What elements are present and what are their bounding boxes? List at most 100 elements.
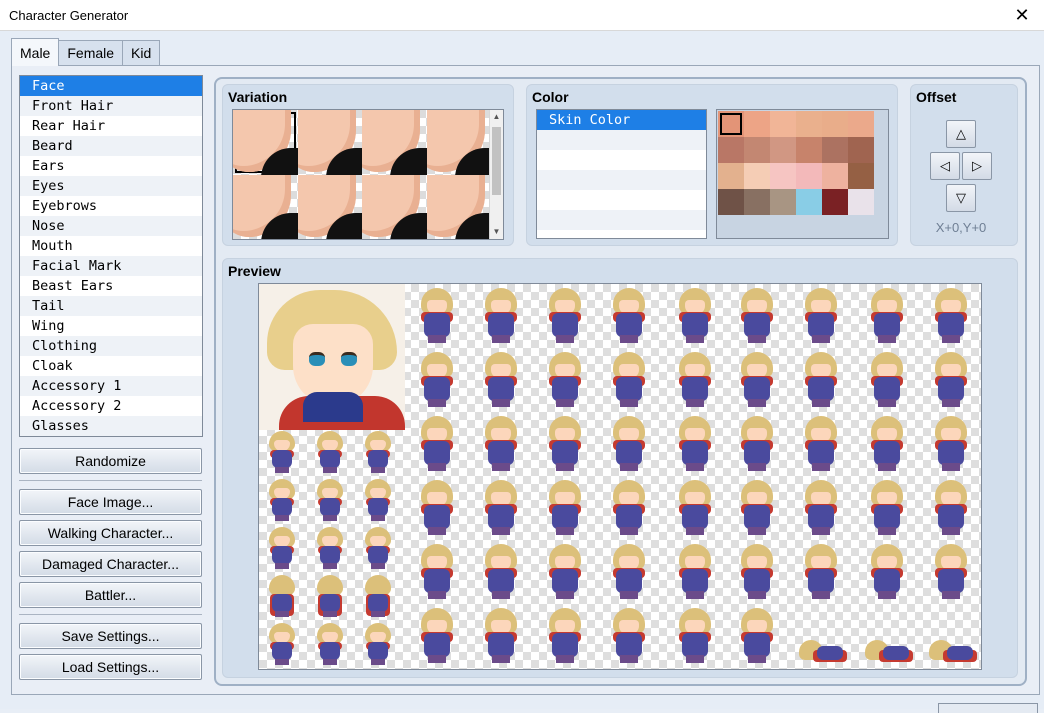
character-sprite (313, 478, 347, 524)
variation-thumbnail[interactable] (362, 110, 427, 175)
color-swatch[interactable] (796, 163, 822, 189)
color-item-empty[interactable] (537, 190, 706, 210)
part-item-wing[interactable]: Wing (20, 316, 202, 336)
color-swatch[interactable] (770, 111, 796, 137)
color-swatch[interactable] (718, 189, 744, 215)
character-sprite (313, 622, 347, 668)
part-item-accessory-1[interactable]: Accessory 1 (20, 376, 202, 396)
color-swatch[interactable] (848, 163, 874, 189)
tab-male[interactable]: Male (11, 38, 60, 66)
face-image-button[interactable]: Face Image... (19, 489, 202, 515)
sprite-legs (686, 655, 704, 663)
offset-right-button[interactable]: ▷ (962, 152, 992, 180)
color-swatch[interactable] (718, 137, 744, 163)
color-swatch[interactable] (848, 137, 874, 163)
part-item-front-hair[interactable]: Front Hair (20, 96, 202, 116)
color-item-empty[interactable] (537, 170, 706, 190)
part-item-eyebrows[interactable]: Eyebrows (20, 196, 202, 216)
part-item-mouth[interactable]: Mouth (20, 236, 202, 256)
sprite-body (424, 505, 450, 529)
walking-character-button[interactable]: Walking Character... (19, 520, 202, 546)
color-swatch[interactable] (848, 189, 874, 215)
variation-thumbnail[interactable] (297, 110, 362, 175)
character-sprite (265, 526, 299, 572)
part-item-beard[interactable]: Beard (20, 136, 202, 156)
variation-thumbnail[interactable] (362, 174, 427, 239)
color-swatch[interactable] (796, 111, 822, 137)
part-item-facial-mark[interactable]: Facial Mark (20, 256, 202, 276)
variation-thumbnail[interactable] (233, 110, 298, 175)
sprite-body (616, 633, 642, 657)
color-swatch[interactable] (718, 111, 744, 137)
sprite-legs (275, 563, 289, 569)
color-target-list[interactable]: Skin Color (536, 109, 707, 239)
randomize-button[interactable]: Randomize (19, 448, 202, 474)
scroll-thumb[interactable] (492, 127, 501, 195)
color-swatch[interactable] (822, 111, 848, 137)
variation-thumbnails (233, 110, 491, 239)
variation-thumbnail[interactable] (426, 110, 491, 175)
tab-kid[interactable]: Kid (122, 40, 161, 66)
part-item-rear-hair[interactable]: Rear Hair (20, 116, 202, 136)
color-swatch[interactable] (770, 189, 796, 215)
variation-thumbnail[interactable] (426, 174, 491, 239)
color-swatch[interactable] (770, 163, 796, 189)
sprite-body (272, 450, 292, 468)
offset-up-button[interactable]: △ (946, 120, 976, 148)
color-swatch[interactable] (744, 111, 770, 137)
partial-button[interactable] (938, 703, 1038, 713)
offset-down-button[interactable]: ▽ (946, 184, 976, 212)
color-swatch[interactable] (770, 137, 796, 163)
variation-list[interactable]: ▲ ▼ (232, 109, 504, 240)
damaged-character-button[interactable]: Damaged Character... (19, 551, 202, 577)
part-item-clothing[interactable]: Clothing (20, 336, 202, 356)
color-swatch[interactable] (822, 163, 848, 189)
color-swatch[interactable] (796, 137, 822, 163)
part-item-accessory-2[interactable]: Accessory 2 (20, 396, 202, 416)
part-item-glasses[interactable]: Glasses (20, 416, 202, 436)
character-generator-window: Character Generator ✕ Male Female Kid Fa… (0, 0, 1044, 713)
sprite-body (808, 441, 834, 465)
scroll-down-icon[interactable]: ▼ (490, 225, 503, 239)
part-item-eyes[interactable]: Eyes (20, 176, 202, 196)
color-item-empty[interactable] (537, 130, 706, 150)
color-swatch[interactable] (744, 189, 770, 215)
sprite-legs (556, 335, 574, 343)
variation-thumbnail[interactable] (297, 174, 362, 239)
color-swatch[interactable] (848, 111, 874, 137)
color-item-empty[interactable] (537, 210, 706, 230)
part-item-beast-ears[interactable]: Beast Ears (20, 276, 202, 296)
load-settings-button[interactable]: Load Settings... (19, 654, 202, 680)
part-item-nose[interactable]: Nose (20, 216, 202, 236)
battler-button[interactable]: Battler... (19, 582, 202, 608)
variation-scrollbar[interactable]: ▲ ▼ (489, 110, 503, 239)
character-sprite (543, 478, 587, 538)
parts-list[interactable]: Face Front Hair Rear Hair Beard Ears Eye… (19, 75, 203, 437)
color-swatch[interactable] (744, 163, 770, 189)
part-item-ears[interactable]: Ears (20, 156, 202, 176)
color-swatch[interactable] (718, 163, 744, 189)
color-swatch[interactable] (744, 137, 770, 163)
tab-female[interactable]: Female (58, 40, 124, 66)
sprite-legs (878, 399, 896, 407)
character-sprite (479, 606, 523, 666)
close-button[interactable]: ✕ (1000, 0, 1044, 31)
character-sprite (607, 350, 651, 410)
color-swatch[interactable] (822, 189, 848, 215)
scroll-up-icon[interactable]: ▲ (490, 110, 503, 124)
variation-thumbnail[interactable] (233, 174, 298, 239)
save-settings-button[interactable]: Save Settings... (19, 623, 202, 649)
color-swatch[interactable] (796, 189, 822, 215)
color-item-skin-color[interactable]: Skin Color (537, 110, 706, 130)
color-swatch[interactable] (822, 137, 848, 163)
sprite-body (368, 594, 388, 612)
character-sprite (607, 286, 651, 346)
part-item-tail[interactable]: Tail (20, 296, 202, 316)
color-item-empty[interactable] (537, 150, 706, 170)
part-item-face[interactable]: Face (20, 76, 202, 96)
character-sprite (865, 286, 909, 346)
offset-left-button[interactable]: ◁ (930, 152, 960, 180)
sprite-legs (556, 527, 574, 535)
sprite-body (272, 594, 292, 612)
part-item-cloak[interactable]: Cloak (20, 356, 202, 376)
